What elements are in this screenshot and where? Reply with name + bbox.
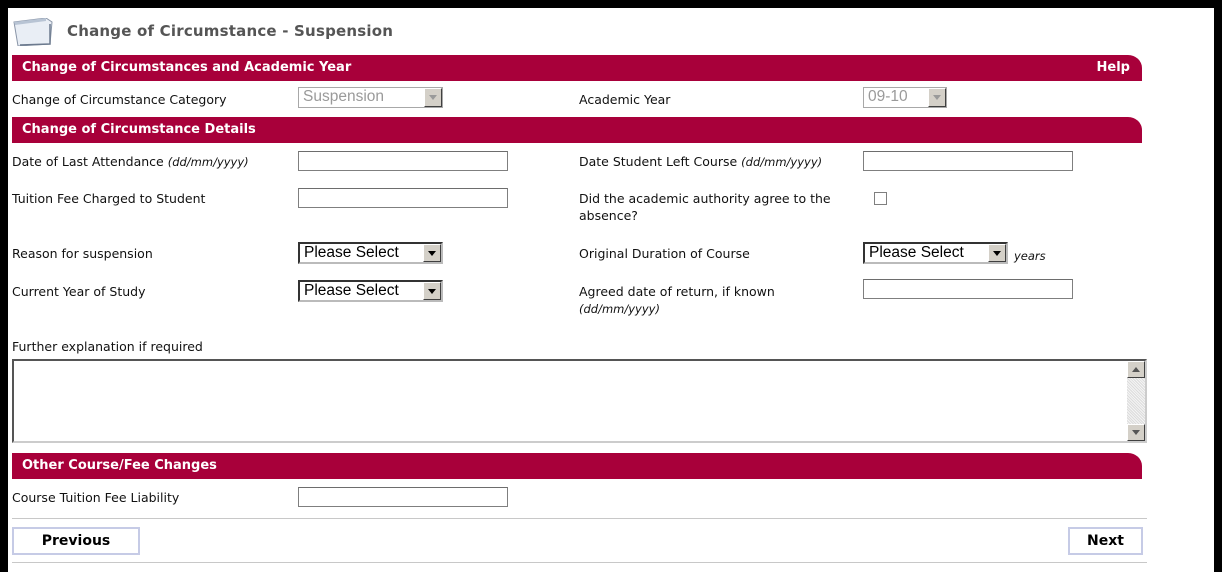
- current-year-select[interactable]: Please Select: [298, 280, 443, 302]
- original-duration-label: Original Duration of Course: [579, 246, 750, 261]
- date-left-label: Date Student Left Course (dd/mm/yyyy): [579, 153, 822, 171]
- chevron-down-icon: [424, 88, 442, 107]
- section-bar-details: Change of Circumstance Details: [12, 117, 1142, 143]
- chevron-down-icon: [423, 282, 441, 300]
- current-year-value: Please Select: [304, 282, 399, 299]
- current-year-label: Current Year of Study: [12, 284, 146, 299]
- reason-value: Please Select: [304, 244, 399, 261]
- return-date-input[interactable]: [863, 279, 1073, 299]
- vertical-scrollbar[interactable]: [1127, 361, 1145, 441]
- divider: [12, 518, 1147, 519]
- original-duration-value: Please Select: [869, 244, 964, 261]
- date-left-input[interactable]: [863, 151, 1073, 171]
- page-title: Change of Circumstance - Suspension: [67, 22, 394, 40]
- chevron-down-icon: [928, 88, 946, 107]
- section-title-other: Other Course/Fee Changes: [22, 458, 217, 473]
- reason-label: Reason for suspension: [12, 246, 153, 261]
- last-attendance-label-text: Date of Last Attendance: [12, 154, 164, 169]
- scroll-down-icon[interactable]: [1127, 424, 1145, 441]
- help-link[interactable]: Help: [1097, 55, 1130, 81]
- authority-agree-checkbox[interactable]: [874, 192, 887, 205]
- chevron-down-icon: [988, 244, 1006, 262]
- last-attendance-label: Date of Last Attendance (dd/mm/yyyy): [12, 153, 249, 171]
- scroll-up-icon[interactable]: [1127, 361, 1145, 378]
- date-format-hint: (dd/mm/yyyy): [167, 155, 249, 169]
- original-duration-select[interactable]: Please Select: [863, 242, 1008, 264]
- tuition-fee-label: Tuition Fee Charged to Student: [12, 191, 206, 206]
- tuition-fee-input[interactable]: [298, 188, 508, 208]
- category-label: Change of Circumstance Category: [12, 92, 227, 107]
- document-icon: [13, 18, 53, 46]
- authority-agree-label: Did the academic authority agree to the …: [579, 191, 831, 223]
- years-suffix: years: [1014, 249, 1046, 263]
- chevron-down-icon: [423, 244, 441, 262]
- fee-liability-input[interactable]: [298, 487, 508, 507]
- academic-year-label: Academic Year: [579, 92, 671, 107]
- explanation-label: Further explanation if required: [12, 339, 203, 354]
- date-format-hint: (dd/mm/yyyy): [579, 302, 660, 316]
- previous-button[interactable]: Previous: [12, 527, 140, 555]
- reason-select[interactable]: Please Select: [298, 242, 443, 264]
- last-attendance-input[interactable]: [298, 151, 508, 171]
- explanation-textarea[interactable]: [12, 359, 1147, 443]
- divider: [12, 562, 1147, 563]
- return-date-label-text: Agreed date of return, if known: [579, 284, 775, 299]
- section-title-academic: Change of Circumstances and Academic Yea…: [22, 60, 352, 75]
- section-title-details: Change of Circumstance Details: [22, 122, 256, 137]
- next-button[interactable]: Next: [1068, 527, 1143, 555]
- section-bar-academic: Change of Circumstances and Academic Yea…: [12, 55, 1142, 81]
- return-date-label: Agreed date of return, if known (dd/mm/y…: [579, 283, 849, 318]
- date-left-label-text: Date Student Left Course: [579, 154, 738, 169]
- page-header: Change of Circumstance - Suspension: [8, 8, 1208, 48]
- fee-liability-label: Course Tuition Fee Liability: [12, 490, 180, 505]
- category-value: Suspension: [303, 88, 385, 105]
- section-bar-other: Other Course/Fee Changes: [12, 453, 1142, 479]
- academic-year-value: 09-10: [868, 88, 908, 105]
- category-select[interactable]: Suspension: [298, 87, 443, 108]
- academic-year-select[interactable]: 09-10: [863, 87, 947, 108]
- date-format-hint: (dd/mm/yyyy): [741, 155, 823, 169]
